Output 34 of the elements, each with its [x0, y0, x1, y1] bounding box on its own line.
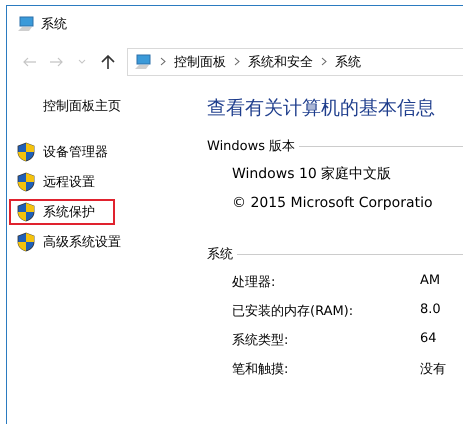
address-bar[interactable]: 控制面板 系统和安全 系统: [127, 48, 463, 76]
info-text: Windows 10 家庭中文版: [232, 165, 392, 184]
page-heading: 查看有关计算机的基本信息: [207, 96, 436, 121]
info-value: AM: [420, 273, 440, 290]
section-title: 系统: [207, 246, 233, 263]
sidebar-link[interactable]: 设备管理器: [43, 143, 120, 161]
info-label: 已安装的内存(RAM):: [232, 303, 354, 321]
info-label: 笔和触摸:: [232, 361, 290, 379]
info-label: 系统类型:: [232, 332, 290, 350]
info-value: 8.0: [420, 302, 441, 319]
sidebar-link[interactable]: 控制面板主页: [43, 97, 207, 115]
shield-icon: [17, 142, 35, 162]
section-title: Windows 版本: [207, 138, 296, 155]
sidebar-link[interactable]: 高级系统设置: [43, 233, 133, 251]
sidebar-link[interactable]: 远程设置: [43, 173, 107, 191]
sidebar-link[interactable]: 系统保护: [43, 203, 107, 221]
info-value: 没有: [420, 361, 446, 379]
info-label: 处理器:: [232, 274, 276, 292]
window-title: 系统: [41, 16, 67, 33]
breadcrumb-item[interactable]: 系统和安全: [248, 53, 313, 71]
breadcrumb-item[interactable]: 系统: [335, 53, 361, 71]
back-icon[interactable]: [23, 57, 37, 67]
chevron-icon: [234, 56, 240, 68]
forward-icon[interactable]: [49, 57, 63, 67]
shield-icon: [17, 202, 35, 222]
shield-icon: [17, 232, 35, 252]
computer-icon: [17, 16, 35, 32]
computer-icon: [134, 54, 152, 70]
info-value: 64: [420, 331, 437, 348]
chevron-icon: [160, 56, 166, 68]
info-text: © 2015 Microsoft Corporatio: [232, 195, 434, 213]
chevron-icon: [321, 56, 327, 68]
shield-icon: [17, 172, 35, 192]
breadcrumb-item[interactable]: 控制面板: [174, 53, 226, 71]
